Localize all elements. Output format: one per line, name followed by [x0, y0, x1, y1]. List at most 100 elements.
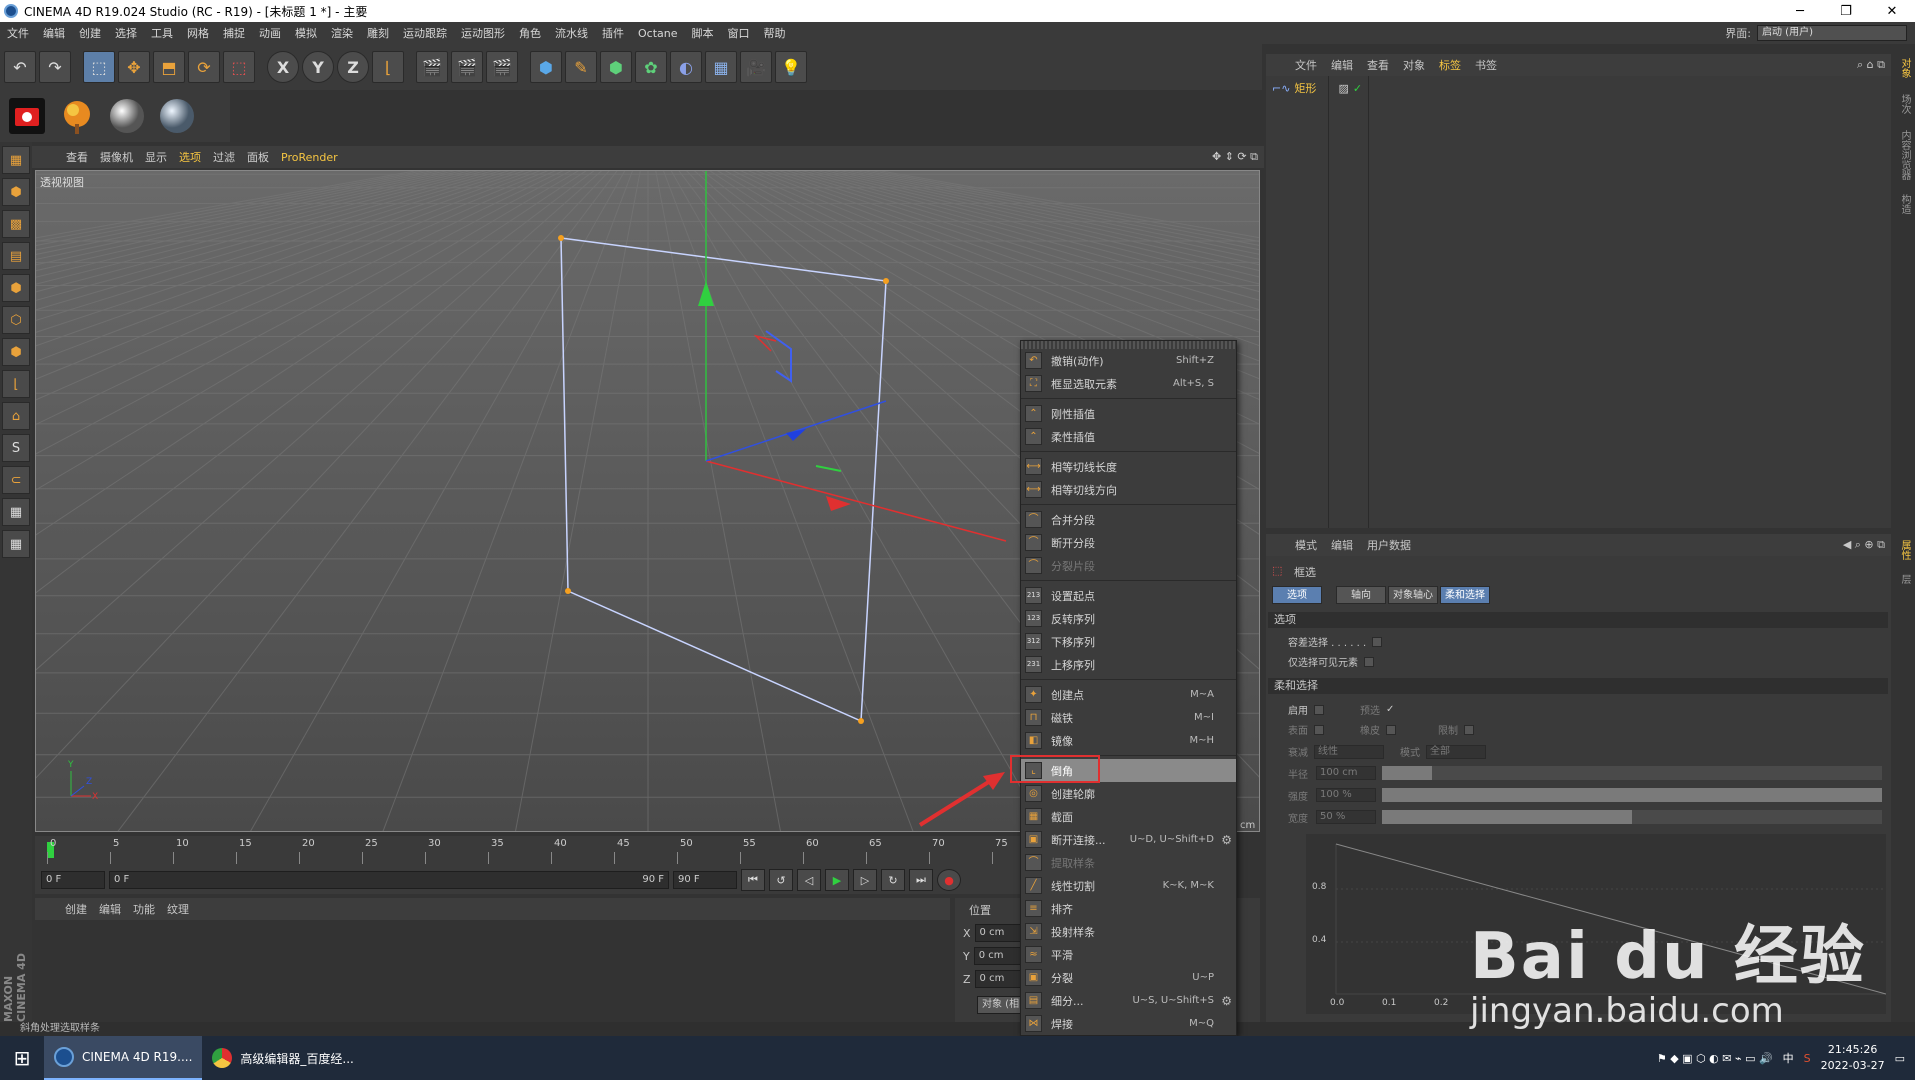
- vtab-content-browser[interactable]: 内容浏览器: [1896, 130, 1912, 180]
- prev-key-icon[interactable]: ↺: [769, 869, 793, 891]
- context-menu-item[interactable]: ⇲ 投射样条: [1021, 920, 1236, 943]
- recent-tools-icon[interactable]: ⬚: [223, 51, 255, 83]
- viewport-menu-camera[interactable]: 摄像机: [94, 149, 139, 165]
- menu-tools[interactable]: 工具: [144, 25, 180, 41]
- prev-frame-icon[interactable]: ◁: [797, 869, 821, 891]
- tab-options[interactable]: 选项: [1272, 586, 1322, 604]
- texture-mode-icon[interactable]: ▩: [2, 210, 30, 238]
- goto-end-icon[interactable]: ⏭: [909, 869, 933, 891]
- context-menu-item[interactable]: ⌒ 合并分段: [1021, 508, 1236, 531]
- context-menu-item[interactable]: ▦ 截面: [1021, 805, 1236, 828]
- light-icon[interactable]: 💡: [775, 51, 807, 83]
- render-view-icon[interactable]: 🎬: [416, 51, 448, 83]
- scale-icon[interactable]: ⬒: [153, 51, 185, 83]
- menu-snap[interactable]: 捕捉: [216, 25, 252, 41]
- material-menu-texture[interactable]: 纹理: [161, 901, 195, 917]
- obj-menu-object[interactable]: 对象: [1396, 57, 1432, 73]
- context-menu-item[interactable]: ⌒ 提取样条: [1021, 851, 1236, 874]
- material-menu-edit[interactable]: 编辑: [93, 901, 127, 917]
- menu-help[interactable]: 帮助: [757, 25, 793, 41]
- sogou-icon[interactable]: S: [1804, 1052, 1811, 1065]
- context-menu-item[interactable]: ╱ 线性切割 K~K, M~K: [1021, 874, 1236, 897]
- cube-icon[interactable]: ⬢: [530, 51, 562, 83]
- rubber-checkbox[interactable]: [1386, 724, 1396, 735]
- render-settings-icon[interactable]: 🎬: [486, 51, 518, 83]
- context-menu-item[interactable]: ⌃ 刚性插值: [1021, 402, 1236, 425]
- viewport-menu-panel[interactable]: 面板: [241, 149, 275, 165]
- tab-axis[interactable]: 轴向: [1336, 586, 1386, 604]
- glass-sphere-icon[interactable]: [154, 93, 200, 139]
- strength-field[interactable]: 100 %: [1316, 788, 1376, 802]
- edges-mode-icon[interactable]: ⬡: [2, 306, 30, 334]
- context-menu-item[interactable]: ▣ 断开连接... U~D, U~Shift+D ⚙: [1021, 828, 1236, 851]
- live-select-icon[interactable]: ⬚: [83, 51, 115, 83]
- obj-menu-view[interactable]: 查看: [1360, 57, 1396, 73]
- menu-pipeline[interactable]: 流水线: [548, 25, 595, 41]
- viewport-menu-filter[interactable]: 过滤: [207, 149, 241, 165]
- tab-object-axis[interactable]: 对象轴心: [1388, 586, 1438, 604]
- gear-icon[interactable]: ⚙: [1221, 994, 1232, 1008]
- layout-select[interactable]: 启动 (用户): [1757, 25, 1907, 41]
- current-frame-field[interactable]: 0 F: [41, 871, 105, 889]
- menu-sculpt[interactable]: 雕刻: [360, 25, 396, 41]
- object-name[interactable]: 矩形: [1294, 80, 1316, 96]
- context-menu-item[interactable]: ⛶ 框显选取元素 Alt+S, S: [1021, 372, 1236, 395]
- radius-field[interactable]: 100 cm: [1316, 766, 1376, 780]
- context-menu-item[interactable]: 123 反转序列: [1021, 607, 1236, 630]
- context-menu-item[interactable]: ⊓ 磁铁 M~I: [1021, 706, 1236, 729]
- object-list[interactable]: [1266, 76, 1891, 528]
- end-frame-field[interactable]: 90 F: [673, 871, 737, 889]
- menu-file[interactable]: 文件: [0, 25, 36, 41]
- width-field[interactable]: 50 %: [1316, 810, 1376, 824]
- context-menu-item[interactable]: ⋈ 焊接 M~Q: [1021, 1012, 1236, 1035]
- next-frame-icon[interactable]: ▷: [853, 869, 877, 891]
- menu-plugins[interactable]: 插件: [595, 25, 631, 41]
- timeline-ruler[interactable]: 0 5 10 15 20 25 30 35 40 45 50 55 60 65 70 75: [35, 836, 1020, 866]
- context-menu-grip[interactable]: [1021, 341, 1236, 349]
- z-axis-button[interactable]: Z: [337, 51, 369, 83]
- move-icon[interactable]: ✥: [118, 51, 150, 83]
- tweak-mode-icon[interactable]: ⌂: [2, 402, 30, 430]
- tolerant-checkbox[interactable]: [1372, 636, 1383, 647]
- lock-workplane-icon[interactable]: ▦: [2, 498, 30, 526]
- make-editable-icon[interactable]: ▦: [2, 146, 30, 174]
- context-menu-item[interactable]: 231 上移序列: [1021, 653, 1236, 676]
- goto-start-icon[interactable]: ⏮: [741, 869, 765, 891]
- limit-checkbox[interactable]: [1464, 724, 1474, 735]
- record-icon[interactable]: ●: [937, 869, 961, 891]
- planar-workplane-icon[interactable]: ▦: [2, 530, 30, 558]
- render-picture-viewer-icon[interactable]: 🎬: [451, 51, 483, 83]
- viewport-nav-icons[interactable]: ✥ ⇕ ⟳ ⧉: [1206, 150, 1264, 164]
- visibility-toggle-icon[interactable]: ▨: [1338, 82, 1348, 95]
- context-menu-item[interactable]: ⌒ 分裂片段: [1021, 554, 1236, 577]
- preview-check-icon[interactable]: ✓: [1386, 704, 1394, 715]
- subdivision-icon[interactable]: ⬢: [600, 51, 632, 83]
- polygons-mode-icon[interactable]: ⬢: [2, 338, 30, 366]
- obj-menu-bookmarks[interactable]: 书签: [1468, 57, 1504, 73]
- mode-select[interactable]: 全部: [1426, 744, 1486, 759]
- attr-nav-icons[interactable]: ◀ ⌕ ⊕ ⧉: [1836, 538, 1891, 552]
- vtab-structure[interactable]: 构造: [1896, 194, 1912, 214]
- solo-icon[interactable]: S: [2, 434, 30, 462]
- camera-icon[interactable]: 🎥: [740, 51, 772, 83]
- menu-select[interactable]: 选择: [108, 25, 144, 41]
- context-menu-item[interactable]: ⟷ 相等切线方向: [1021, 478, 1236, 501]
- minimize-button[interactable]: ─: [1777, 4, 1823, 19]
- clock[interactable]: 21:45:26 2022-03-27: [1821, 1042, 1885, 1074]
- coordinate-system-icon[interactable]: ⌊: [372, 51, 404, 83]
- enable-checkbox[interactable]: [1314, 704, 1324, 715]
- vtab-attributes[interactable]: 属性: [1896, 540, 1912, 560]
- object-row[interactable]: ⌐∿ 矩形 ▨ ✓: [1272, 80, 1362, 96]
- menu-create[interactable]: 创建: [72, 25, 108, 41]
- context-menu-item[interactable]: ✦ 创建点 M~A: [1021, 683, 1236, 706]
- viewport-menu-options[interactable]: 选项: [173, 149, 207, 165]
- context-menu-item[interactable]: ⟷ 相等切线长度: [1021, 455, 1236, 478]
- context-menu-item[interactable]: ◎ 创建轮廓: [1021, 782, 1236, 805]
- menu-window[interactable]: 窗口: [721, 25, 757, 41]
- context-menu-item[interactable]: ▤ 细分... U~S, U~Shift+S ⚙: [1021, 989, 1236, 1012]
- context-menu-item[interactable]: ≈ 平滑: [1021, 943, 1236, 966]
- viewport-menu-prorender[interactable]: ProRender: [275, 151, 344, 164]
- menu-mesh[interactable]: 网格: [180, 25, 216, 41]
- context-menu-item[interactable]: 312 下移序列: [1021, 630, 1236, 653]
- viewport-menu-display[interactable]: 显示: [139, 149, 173, 165]
